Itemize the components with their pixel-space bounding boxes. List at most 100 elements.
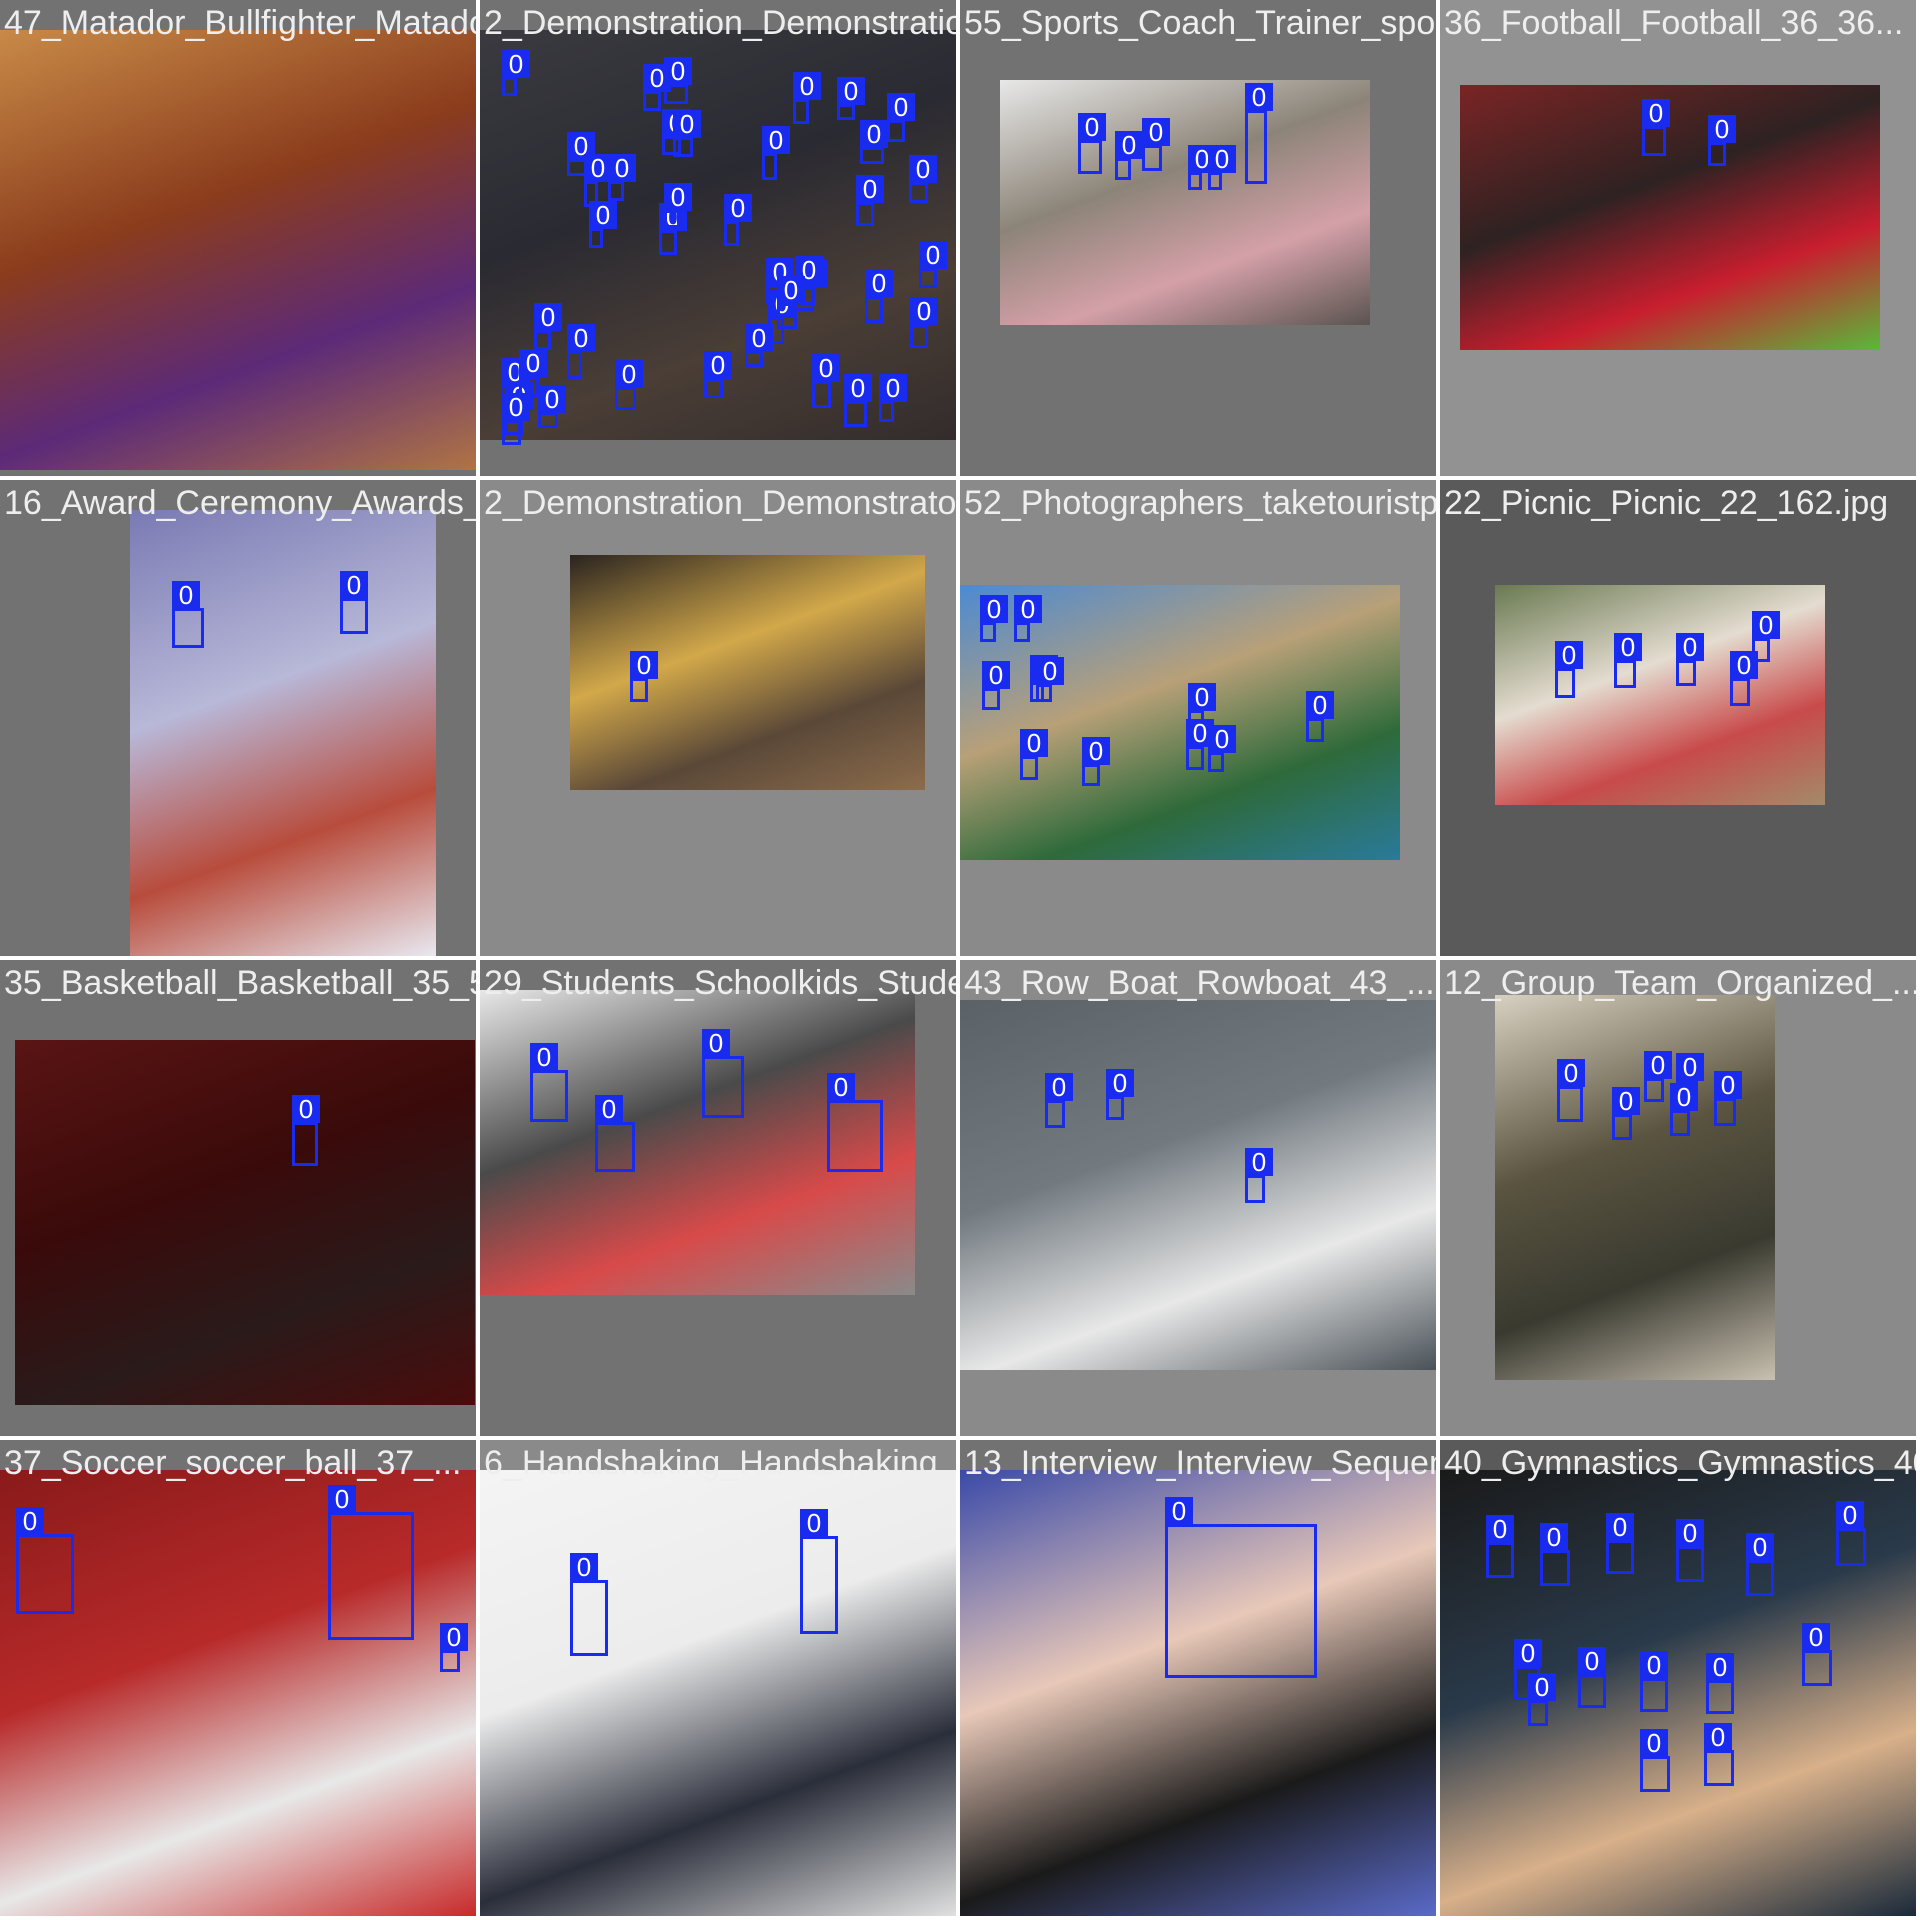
detection-box: 0 [1245,83,1273,184]
detection-label: 0 [292,1095,320,1123]
detection-box: 0 [702,1029,744,1118]
tile-photo [0,30,476,470]
detection-label: 0 [1704,1723,1732,1751]
mosaic-tile: 12_Group_Team_Organized_... 0 0 0 0 0 0 [1440,960,1916,1436]
detection-label: 0 [1676,1519,1704,1547]
tile-photo [1495,995,1775,1380]
mosaic-tile: 43_Row_Boat_Rowboat_43_... 0 0 0 [960,960,1436,1436]
detection-label: 0 [630,651,658,679]
mosaic-tile: 2_Demonstration_Demonstrators_2_... 0 [480,480,956,956]
detection-box: 0 [615,360,643,410]
detection-label: 0 [1115,131,1143,159]
tile-photo [1000,80,1370,325]
mosaic-tile: 36_Football_Football_36_36... 0 0 [1440,0,1916,476]
detection-box: 0 [519,349,547,397]
detection-box: 0 [1752,611,1780,662]
detection-box: 0 [584,154,612,207]
detection-box: 0 [1676,633,1704,686]
detection-box: 0 [570,1553,608,1656]
detection-box: 0 [1704,1723,1734,1786]
detection-box: 0 [1306,691,1334,742]
detection-box: 0 [812,354,840,408]
detection-label: 0 [1670,1083,1698,1111]
detection-box: 0 [1165,1497,1317,1678]
detection-box: 0 [980,595,1008,642]
detection-box: 0 [1676,1519,1704,1582]
detection-label: 0 [724,194,752,222]
detection-label: 0 [762,126,790,154]
detection-box: 0 [673,110,701,157]
detection-label: 0 [1706,1653,1734,1681]
detection-box: 0 [534,303,562,350]
detection-box: 0 [1208,725,1236,772]
detection-box: 0 [1245,1148,1273,1203]
detection-label: 0 [615,360,643,388]
detection-label: 0 [1752,611,1780,639]
detection-box: 0 [1115,131,1143,180]
detection-box: 0 [1670,1083,1698,1136]
detection-label: 0 [16,1507,44,1535]
detection-box: 0 [630,651,658,702]
detection-label: 0 [567,324,595,352]
detection-label: 0 [570,1553,598,1581]
mosaic-tile: 55_Sports_Coach_Trainer_sportcoaching_55… [960,0,1436,476]
tile-title: 6_Handshaking_Handshaking_6_... [484,1444,956,1482]
detection-box: 0 [1714,1071,1742,1126]
detection-box: 0 [1555,641,1583,698]
detection-label: 0 [1514,1639,1542,1667]
detection-box: 0 [1640,1729,1670,1792]
detection-label: 0 [704,351,732,379]
detection-box: 0 [777,276,805,329]
detection-box: 0 [856,175,884,226]
detection-label: 0 [502,393,530,421]
detection-box: 0 [1614,633,1642,688]
detection-label: 0 [1078,113,1106,141]
detection-label: 0 [1036,657,1064,685]
detection-label: 0 [595,1095,623,1123]
detection-label: 0 [980,595,1008,623]
detection-label: 0 [777,276,805,304]
detection-box: 0 [1142,118,1170,171]
detection-label: 0 [793,72,821,100]
detection-box: 0 [1540,1523,1570,1586]
detection-label: 0 [800,1509,828,1537]
detection-label: 0 [860,120,888,148]
mosaic-tile: 47_Matador_Bullfighter_Matador_Bullfight… [0,0,476,476]
mosaic-tile: 13_Interview_Interview_Sequences_13_... 0 [960,1440,1436,1916]
detection-box: 0 [502,50,530,96]
detection-label: 0 [1106,1069,1134,1097]
detection-label: 0 [530,1043,558,1071]
detection-label: 0 [1245,1148,1273,1176]
detection-label: 0 [608,154,636,182]
detection-label: 0 [827,1073,855,1101]
detection-box: 0 [865,269,893,323]
detection-label: 0 [1614,633,1642,661]
detection-box: 0 [1106,1069,1134,1120]
detection-box: 0 [1642,99,1670,156]
mosaic-tile: 22_Picnic_Picnic_22_162.jpg 0 0 0 0 0 [1440,480,1916,956]
detection-label: 0 [538,385,566,413]
detection-label: 0 [1208,725,1236,753]
tile-title: 43_Row_Boat_Rowboat_43_... [964,964,1435,1002]
detection-label: 0 [1540,1523,1568,1551]
detection-label: 0 [1082,737,1110,765]
detection-box: 0 [16,1507,74,1614]
detection-box: 0 [1644,1051,1672,1102]
detection-box: 0 [982,661,1010,710]
detection-box: 0 [1020,729,1048,780]
detection-box: 0 [1045,1073,1073,1128]
detection-box: 0 [919,241,947,288]
detection-box: 0 [1186,719,1214,770]
detection-label: 0 [673,110,701,138]
detection-label: 0 [440,1623,468,1651]
mosaic-tile: 29_Students_Schoolkids_Students_Schoolki… [480,960,956,1436]
detection-label: 0 [1245,83,1273,111]
detection-box: 0 [340,571,368,634]
tile-title: 2_Demonstration_Demonstrators_2_... [484,484,956,522]
detection-label: 0 [745,324,773,352]
detection-box: 0 [1528,1673,1556,1726]
detection-label: 0 [812,354,840,382]
detection-box: 0 [440,1623,468,1672]
detection-box: 0 [844,374,872,427]
detection-box: 0 [910,297,938,348]
